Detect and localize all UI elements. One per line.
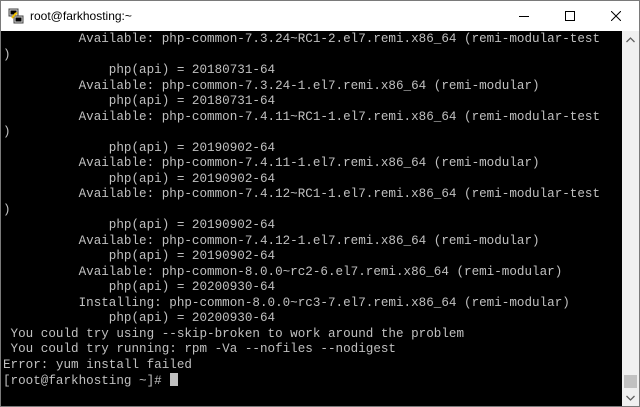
scroll-up-arrow-icon	[626, 36, 635, 42]
putty-icon[interactable]	[8, 8, 24, 24]
shell-prompt: [root@farkhosting ~]#	[3, 374, 170, 388]
scroll-up-button[interactable]	[622, 31, 639, 48]
vertical-scrollbar[interactable]	[622, 31, 639, 406]
terminal-line: Available: php-common-7.4.12-1.el7.remi.…	[3, 233, 540, 248]
terminal-line: php(api) = 20190902-64	[3, 140, 276, 155]
terminal-line: Installing: php-common-8.0.0~rc3-7.el7.r…	[3, 295, 570, 310]
terminal-line: php(api) = 20200930-64	[3, 311, 276, 325]
minimize-icon	[519, 16, 529, 17]
terminal-line: Available: php-common-7.4.11-1.el7.remi.…	[3, 156, 540, 170]
terminal-line: Error: yum install failed	[3, 357, 192, 372]
terminal-line: php(api) = 20180731-64	[3, 63, 276, 77]
terminal-window: root@farkhosting:~ Available: php-common…	[0, 0, 640, 407]
scroll-down-arrow-icon	[626, 395, 635, 401]
close-icon	[611, 11, 621, 21]
terminal-line: You could try using --skip-broken to wor…	[3, 326, 465, 341]
terminal-line: php(api) = 20180731-64	[3, 94, 276, 108]
close-button[interactable]	[593, 1, 639, 31]
minimize-button[interactable]	[501, 1, 547, 31]
window-title: root@farkhosting:~	[30, 9, 132, 23]
window-controls	[501, 1, 639, 31]
terminal-line: php(api) = 20190902-64	[3, 171, 276, 186]
terminal-line: Available: php-common-7.3.24-1.el7.remi.…	[3, 78, 540, 93]
terminal-line: php(api) = 20200930-64	[3, 280, 276, 294]
terminal-output[interactable]: Available: php-common-7.3.24~RC1-2.el7.r…	[1, 31, 622, 406]
terminal-line: )	[3, 202, 11, 217]
scroll-down-button[interactable]	[622, 389, 639, 406]
terminal-line: php(api) = 20190902-64	[3, 218, 276, 232]
maximize-button[interactable]	[547, 1, 593, 31]
terminal-line: )	[3, 125, 11, 139]
terminal-line: Available: php-common-7.3.24~RC1-2.el7.r…	[3, 32, 601, 46]
terminal-line: You could try running: rpm -Va --nofiles…	[3, 342, 396, 356]
terminal-line: Available: php-common-7.4.11~RC1-1.el7.r…	[3, 109, 601, 124]
terminal-line: Available: php-common-7.4.12~RC1-1.el7.r…	[3, 187, 601, 201]
maximize-icon	[565, 11, 575, 21]
text-cursor	[170, 373, 179, 386]
title-bar[interactable]: root@farkhosting:~	[1, 1, 639, 31]
terminal-line: )	[3, 47, 11, 62]
terminal-line: php(api) = 20190902-64	[3, 249, 276, 263]
prompt-line[interactable]: [root@farkhosting ~]#	[3, 373, 179, 389]
scroll-thumb[interactable]	[624, 375, 637, 388]
terminal-line: Available: php-common-8.0.0~rc2-6.el7.re…	[3, 264, 563, 279]
